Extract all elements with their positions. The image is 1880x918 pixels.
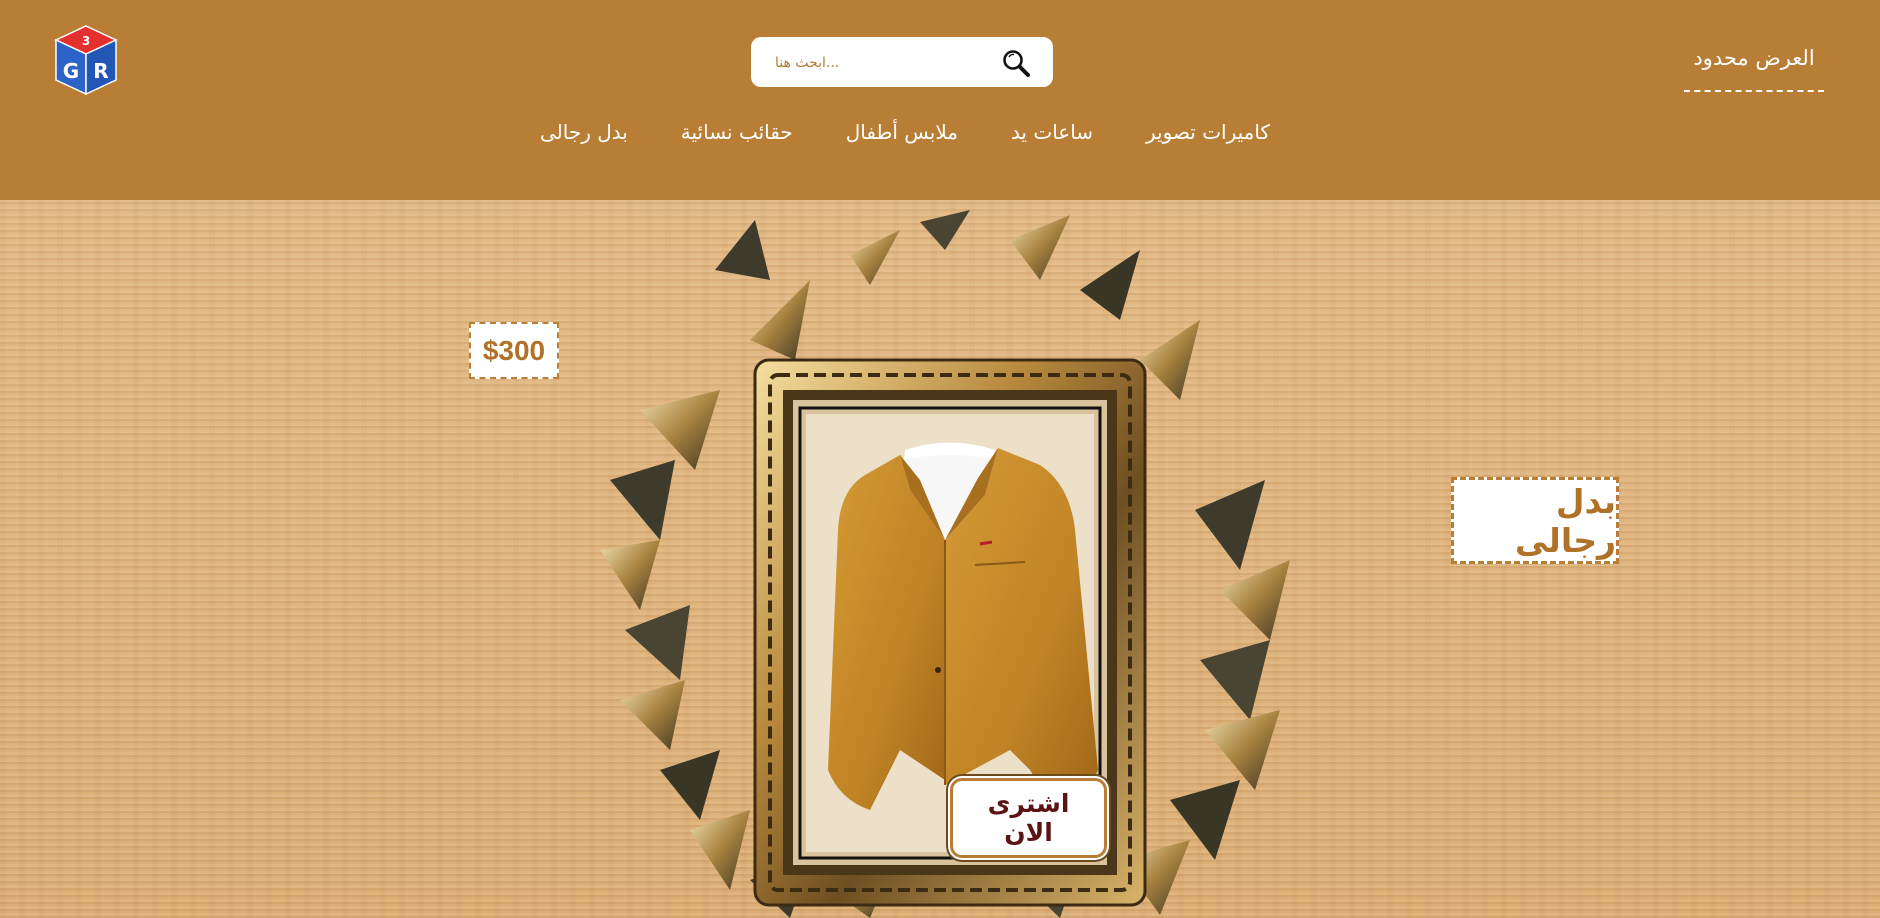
search-input[interactable] (773, 45, 997, 81)
nav-item-cameras[interactable]: كاميرات تصوير (1146, 120, 1270, 160)
limited-offer-link[interactable]: العرض محدود (1684, 46, 1824, 92)
category-tag: بدل رجالى (1451, 477, 1619, 564)
nav-item-kids-clothes[interactable]: ملابس أطفال (846, 120, 958, 160)
svg-text:3: 3 (82, 34, 90, 48)
nav-item-watches[interactable]: ساعات يد (1011, 120, 1093, 160)
nav-item-mens-suits[interactable]: بدل رجالى (540, 120, 628, 160)
svg-text:G: G (63, 59, 79, 83)
jacket-product (828, 442, 1098, 810)
nav-item-womens-bags[interactable]: حقائب نسائية (681, 120, 793, 160)
search-button[interactable] (1001, 48, 1031, 78)
magnifier-icon (1003, 50, 1030, 77)
site-header: 3 G R العرض محدود كاميرات تصوير ساعات يد… (0, 0, 1880, 200)
svg-text:R: R (93, 59, 108, 83)
buy-now-button[interactable]: اشترى الان (950, 778, 1107, 858)
main-nav: كاميرات تصوير ساعات يد ملابس أطفال حقائب… (540, 120, 1270, 160)
search-box (751, 37, 1053, 87)
cube-logo-icon[interactable]: 3 G R (52, 24, 120, 96)
price-tag: $300 (469, 322, 559, 379)
